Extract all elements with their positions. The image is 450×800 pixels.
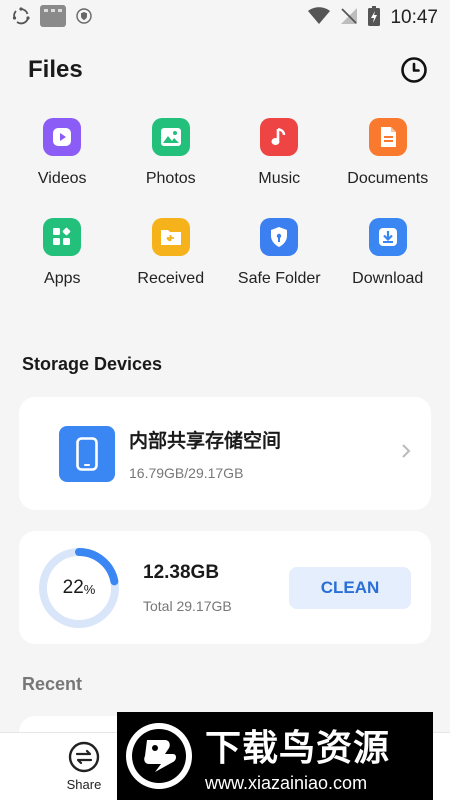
category-videos[interactable]: Videos	[8, 118, 117, 188]
category-music[interactable]: Music	[225, 118, 334, 188]
watermark-url: www.xiazainiao.com	[205, 772, 368, 793]
history-button[interactable]	[398, 54, 430, 86]
sync-icon	[12, 6, 30, 30]
music-note-icon	[260, 118, 299, 156]
category-label: Documents	[347, 170, 429, 187]
category-documents[interactable]: Documents	[334, 118, 443, 188]
clock-icon	[401, 57, 427, 83]
phone-icon	[59, 425, 115, 482]
download-icon	[368, 218, 407, 256]
watermark-title: 下载鸟资源	[205, 726, 391, 768]
bird-logo-icon	[126, 723, 192, 789]
share-icon	[68, 741, 100, 773]
app-thumbnail-icon	[40, 4, 66, 32]
category-label: Safe Folder	[237, 270, 321, 287]
category-label: Download	[352, 270, 424, 287]
ring-percent-unit: %	[83, 582, 96, 597]
clean-button[interactable]: CLEAN	[289, 566, 411, 609]
header: Files	[28, 52, 430, 88]
category-grid: Videos Photos Music Documents Apps Recei…	[8, 118, 442, 288]
chevron-right-icon	[401, 443, 411, 464]
cleaner-card: 22% 12.38GB Total 29.17GB CLEAN	[19, 531, 431, 644]
watermark-overlay: 下载鸟资源 www.xiazainiao.com	[117, 712, 433, 800]
no-signal-icon	[340, 7, 358, 30]
total-size: Total 29.17GB	[143, 597, 232, 614]
category-photos[interactable]: Photos	[117, 118, 226, 188]
status-time: 10:47	[390, 7, 438, 28]
category-label: Apps	[44, 270, 81, 287]
image-icon	[151, 118, 190, 156]
nav-label-share: Share	[66, 777, 102, 792]
battery-charging-icon	[368, 5, 381, 31]
shield-lock-icon	[260, 218, 299, 256]
category-safe-folder[interactable]: Safe Folder	[225, 218, 334, 288]
device-usage: 16.79GB/29.17GB	[129, 465, 244, 481]
category-apps[interactable]: Apps	[8, 218, 117, 288]
wifi-icon	[308, 6, 331, 30]
play-icon	[43, 118, 82, 156]
ring-label: 22%	[37, 546, 121, 630]
ring-percent: 22	[62, 576, 84, 598]
internal-storage-card[interactable]: 内部共享存储空间 16.79GB/29.17GB	[19, 397, 431, 510]
section-title-recent: Recent	[22, 674, 83, 694]
used-size: 12.38GB	[143, 561, 220, 583]
status-bar: 10:47	[0, 0, 450, 36]
folder-receive-icon	[151, 218, 190, 256]
category-label: Music	[258, 170, 301, 187]
section-title-storage: Storage Devices	[22, 354, 163, 374]
category-label: Received	[137, 270, 205, 287]
category-label: Photos	[145, 170, 196, 187]
category-download[interactable]: Download	[334, 218, 443, 288]
usage-ring: 22%	[37, 546, 121, 630]
shield-icon	[76, 7, 92, 29]
category-label: Videos	[37, 170, 87, 187]
document-icon	[368, 118, 407, 156]
category-received[interactable]: Received	[117, 218, 226, 288]
apps-icon	[43, 218, 82, 256]
page-title: Files	[28, 56, 83, 83]
device-name: 内部共享存储空间	[129, 431, 282, 452]
